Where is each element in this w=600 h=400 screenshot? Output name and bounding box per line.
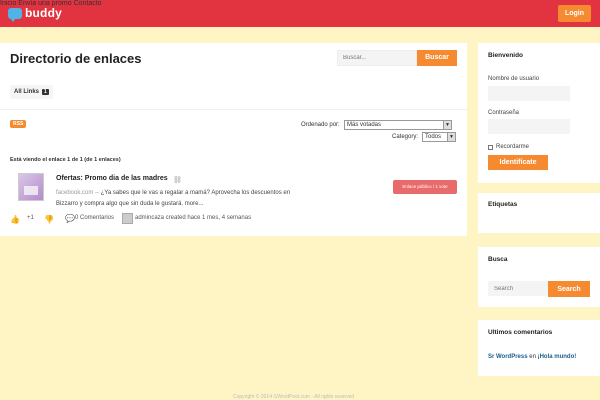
nav-item-contacto[interactable]: Contacto xyxy=(74,0,102,7)
link-domain[interactable]: facebook.com xyxy=(56,190,93,196)
widget-title: Bienvenido xyxy=(488,52,524,59)
link-icon: ⛓ xyxy=(173,177,182,184)
link-actions: 👍 +1 👎 💬 0 Comentarios admincaza created… xyxy=(10,214,470,225)
widget-title: Etiquetas xyxy=(488,201,518,208)
order-select-value: Más votadas xyxy=(347,122,382,128)
status-badge: Enlace público / 1 vote xyxy=(393,180,457,194)
avatar[interactable] xyxy=(122,213,133,224)
tags-widget: Etiquetas xyxy=(478,193,600,233)
tab-count-badge: 1 xyxy=(42,89,49,95)
remember-checkbox[interactable] xyxy=(488,145,493,150)
links-directory-panel: Directorio de enlaces Buscar All Links 1… xyxy=(0,43,467,236)
widget-title: Ultimos comentarios xyxy=(488,329,553,336)
divider xyxy=(0,109,467,110)
thumbs-down-icon[interactable]: 👎 xyxy=(44,215,54,224)
password-label: Contraseña xyxy=(488,110,520,116)
username-label: Nombre de usuario xyxy=(488,76,540,82)
sidebar-search-button[interactable]: Search xyxy=(548,281,590,297)
login-button[interactable]: Login xyxy=(558,5,591,22)
username-field[interactable] xyxy=(488,86,570,101)
domain-separator: -- xyxy=(93,190,101,196)
category-select[interactable]: Todos ▼ xyxy=(422,132,456,142)
link-description: facebook.com -- ¿Ya sabes que le vas a r… xyxy=(56,188,306,210)
comments-link[interactable]: 0 Comentarios xyxy=(75,215,114,221)
search-widget: Busca Search xyxy=(478,247,600,307)
dropdown-arrow-icon: ▼ xyxy=(447,133,455,141)
chat-bubble-icon xyxy=(8,7,22,22)
dropdown-arrow-icon: ▼ xyxy=(443,121,451,129)
vote-count: +1 xyxy=(27,215,34,221)
search-input[interactable] xyxy=(337,50,417,66)
login-submit-button[interactable]: Identifícate xyxy=(488,155,548,170)
category-select-value: Todos xyxy=(425,134,442,140)
brand-name: buddy xyxy=(25,6,62,20)
site-logo[interactable]: buddy xyxy=(8,5,62,22)
search-button[interactable]: Buscar xyxy=(417,50,457,66)
footer-copyright: Copyright © 2014 GWordPool.com - All rig… xyxy=(233,394,355,400)
tab-all-links[interactable]: All Links 1 xyxy=(10,85,53,99)
remember-label: Recordarme xyxy=(496,144,530,150)
order-select[interactable]: Más votadas ▼ xyxy=(344,120,452,130)
comment-post-link[interactable]: ¡Hola mundo! xyxy=(538,354,577,360)
top-navigation-bar: buddy Inicio Envía una promo Contacto Lo… xyxy=(0,0,600,27)
thumbs-up-icon[interactable]: 👍 xyxy=(10,215,20,224)
recent-comment-item: Sr WordPress en ¡Hola mundo! xyxy=(488,354,576,360)
page-title: Directorio de enlaces xyxy=(10,51,142,66)
recent-comments-widget: Ultimos comentarios Sr WordPress en ¡Hol… xyxy=(478,320,600,376)
category-label: Category: xyxy=(392,134,419,140)
comment-connector: en xyxy=(527,354,538,360)
login-widget: Bienvenido Nombre de usuario Contraseña … xyxy=(478,43,600,183)
tab-label: All Links xyxy=(14,89,40,95)
widget-title: Busca xyxy=(488,256,508,263)
link-thumbnail[interactable] xyxy=(18,173,44,201)
link-title[interactable]: Ofertas: Promo dia de las madres xyxy=(56,175,168,182)
sidebar-search-input[interactable] xyxy=(488,281,548,296)
order-label: Ordenado por: xyxy=(301,122,340,128)
password-field[interactable] xyxy=(488,119,570,134)
pagination-status: Está viendo el enlace 1 de 1 (de 1 enlac… xyxy=(10,157,121,163)
comment-author-link[interactable]: Sr WordPress xyxy=(488,354,528,360)
comment-icon: 💬 xyxy=(65,214,75,223)
link-meta: admincaza created hace 1 mes, 4 semanas xyxy=(135,215,252,221)
more-link[interactable]: more... xyxy=(185,201,204,207)
rss-button[interactable]: RSS xyxy=(10,120,27,128)
